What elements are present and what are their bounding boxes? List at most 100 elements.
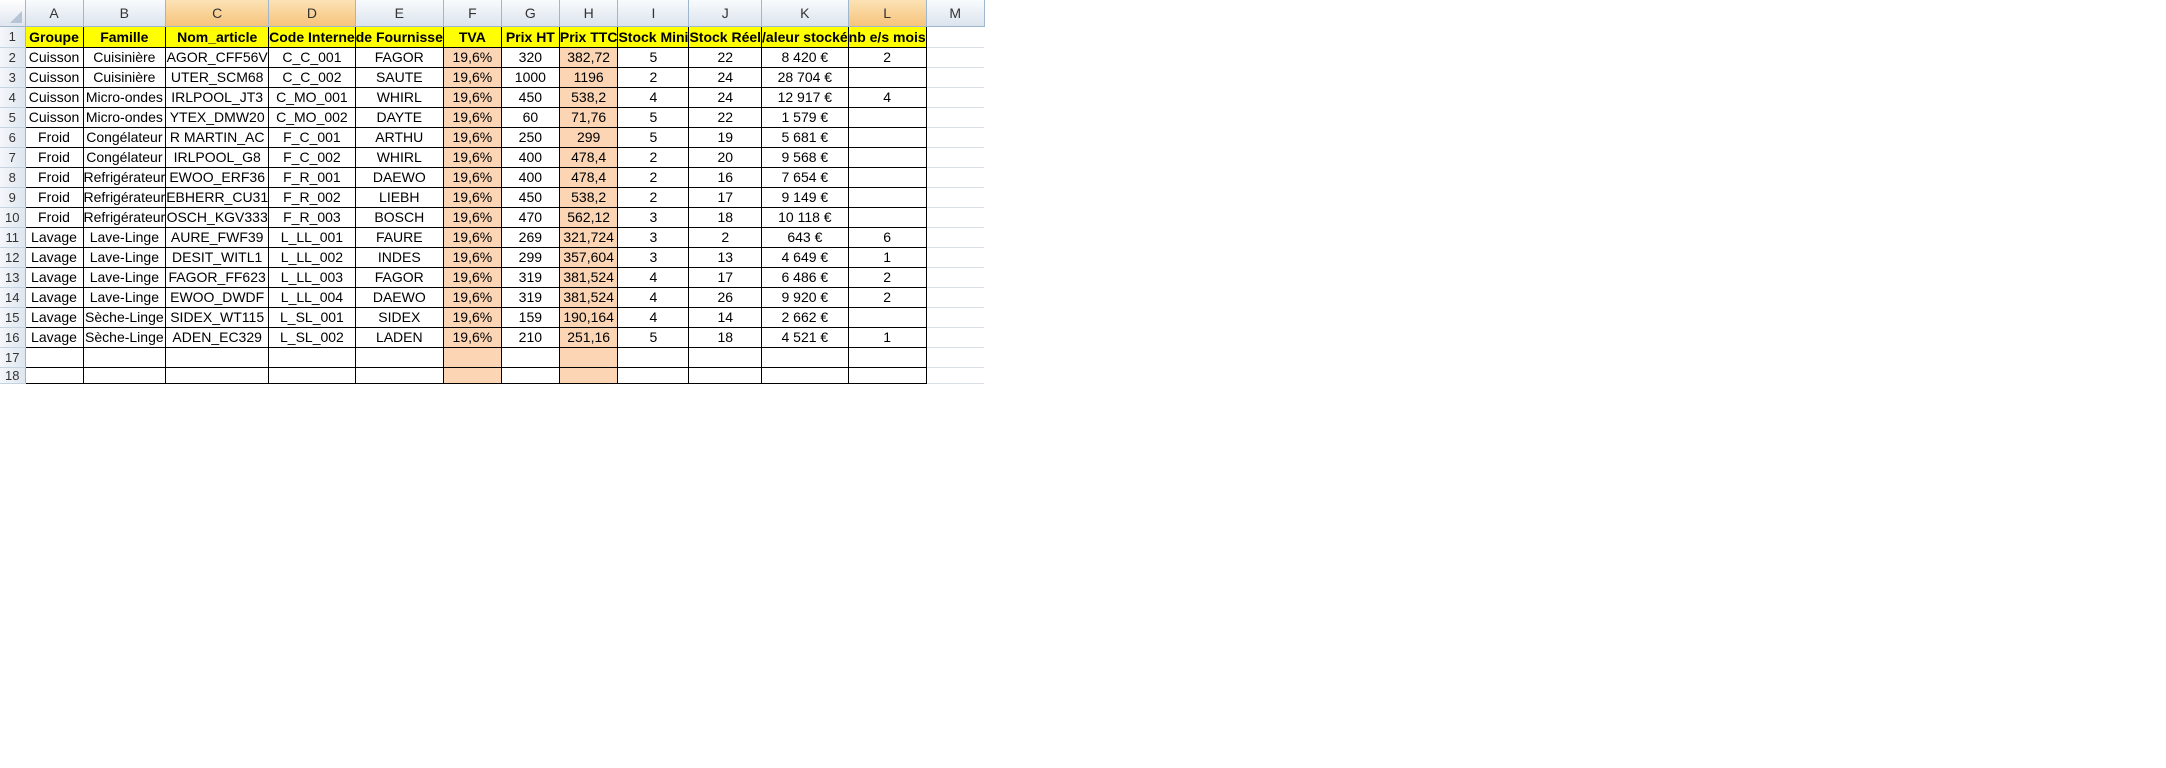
data-cell[interactable]: 14 [688, 306, 763, 328]
data-cell[interactable]: 17 [688, 266, 763, 288]
header-cell[interactable]: Famille [82, 25, 167, 48]
data-cell[interactable]: LADEN [354, 326, 444, 348]
data-cell[interactable]: Froid [24, 166, 84, 188]
column-header-i[interactable]: I [617, 0, 690, 27]
data-cell[interactable]: 2 [688, 226, 763, 248]
data-cell[interactable]: 159 [500, 306, 560, 328]
empty-cell[interactable] [500, 346, 560, 368]
header-cell[interactable]: Nom_article [165, 25, 270, 48]
header-cell[interactable]: Groupe [24, 25, 84, 48]
row-header[interactable]: 14 [0, 287, 26, 308]
data-cell[interactable]: OSCH_KGV333 [165, 206, 270, 228]
data-cell[interactable]: 12 917 € [761, 86, 849, 108]
data-cell[interactable]: 538,2 [558, 86, 619, 108]
data-cell[interactable]: F_R_001 [268, 166, 356, 188]
empty-cell[interactable] [926, 187, 985, 208]
data-cell[interactable]: FAGOR [354, 46, 444, 68]
data-cell[interactable]: Congélateur [82, 126, 167, 148]
data-cell[interactable]: Lavage [24, 266, 84, 288]
data-cell[interactable]: FAURE [354, 226, 444, 248]
header-cell[interactable]: Stock Mini [617, 25, 690, 48]
data-cell[interactable]: BOSCH [354, 206, 444, 228]
data-cell[interactable]: Lave-Linge [82, 226, 167, 248]
data-cell[interactable]: F_C_002 [268, 146, 356, 168]
column-header-a[interactable]: A [25, 0, 84, 27]
data-cell[interactable]: 9 149 € [761, 186, 849, 208]
data-cell[interactable]: C_C_002 [268, 66, 356, 88]
data-cell[interactable]: 60 [500, 106, 560, 128]
data-cell[interactable]: 19,6% [442, 186, 502, 208]
data-cell[interactable]: 381,524 [558, 286, 619, 308]
data-cell[interactable]: SAUTE [354, 66, 444, 88]
column-header-h[interactable]: H [559, 0, 619, 27]
data-cell[interactable]: 19,6% [442, 126, 502, 148]
empty-cell[interactable] [926, 167, 985, 188]
data-cell[interactable]: 250 [500, 126, 560, 148]
data-cell[interactable]: 1196 [558, 66, 619, 88]
data-cell[interactable]: Micro-ondes [82, 106, 167, 128]
header-cell[interactable]: Prix HT [500, 25, 560, 48]
empty-cell[interactable] [926, 127, 985, 148]
empty-cell[interactable] [926, 307, 985, 328]
column-header-k[interactable]: K [761, 0, 849, 27]
data-cell[interactable]: 4 521 € [761, 326, 849, 348]
data-cell[interactable]: 538,2 [558, 186, 619, 208]
data-cell[interactable]: 320 [500, 46, 560, 68]
empty-cell[interactable] [24, 366, 84, 384]
header-cell[interactable]: Code Interne [268, 25, 356, 48]
row-header[interactable]: 7 [0, 147, 26, 168]
data-cell[interactable]: LIEBH [354, 186, 444, 208]
empty-cell[interactable] [847, 346, 927, 368]
data-cell[interactable]: UTER_SCM68 [165, 66, 270, 88]
data-cell[interactable]: 19,6% [442, 166, 502, 188]
data-cell[interactable]: 643 € [761, 226, 849, 248]
data-cell[interactable]: EBHERR_CU31 [165, 186, 270, 208]
data-cell[interactable]: L_LL_002 [268, 246, 356, 268]
data-cell[interactable]: 19,6% [442, 306, 502, 328]
data-cell[interactable]: 382,72 [558, 46, 619, 68]
data-cell[interactable]: INDES [354, 246, 444, 268]
data-cell[interactable]: Lavage [24, 226, 84, 248]
empty-cell[interactable] [24, 346, 84, 368]
data-cell[interactable]: 19 [688, 126, 763, 148]
data-cell[interactable]: DAEWO [354, 286, 444, 308]
data-cell[interactable]: 210 [500, 326, 560, 348]
data-cell[interactable]: 19,6% [442, 206, 502, 228]
data-cell[interactable]: 478,4 [558, 166, 619, 188]
data-cell[interactable]: 4 [617, 266, 690, 288]
data-cell[interactable]: Froid [24, 186, 84, 208]
empty-cell[interactable] [926, 347, 985, 368]
data-cell[interactable]: 4 [617, 286, 690, 308]
empty-cell[interactable] [82, 366, 167, 384]
data-cell[interactable]: FAGOR [354, 266, 444, 288]
column-header-l[interactable]: L [848, 0, 927, 27]
data-cell[interactable]: Sèche-Linge [82, 306, 167, 328]
data-cell[interactable]: C_C_001 [268, 46, 356, 68]
data-cell[interactable]: 7 654 € [761, 166, 849, 188]
data-cell[interactable]: Lave-Linge [82, 266, 167, 288]
empty-cell[interactable] [688, 366, 763, 384]
data-cell[interactable]: 2 [847, 266, 927, 288]
data-cell[interactable]: Cuisson [24, 66, 84, 88]
data-cell[interactable]: 9 920 € [761, 286, 849, 308]
data-cell[interactable]: 400 [500, 166, 560, 188]
data-cell[interactable]: 16 [688, 166, 763, 188]
column-header-j[interactable]: J [688, 0, 763, 27]
data-cell[interactable]: 5 681 € [761, 126, 849, 148]
data-cell[interactable]: 17 [688, 186, 763, 208]
data-cell[interactable]: SIDEX [354, 306, 444, 328]
data-cell[interactable]: Cuisinière [82, 46, 167, 68]
data-cell[interactable]: 19,6% [442, 106, 502, 128]
row-header[interactable]: 10 [0, 207, 26, 228]
data-cell[interactable]: 562,12 [558, 206, 619, 228]
data-cell[interactable]: 321,724 [558, 226, 619, 248]
data-cell[interactable]: 4 649 € [761, 246, 849, 268]
data-cell[interactable]: IRLPOOL_JT3 [165, 86, 270, 108]
header-cell[interactable]: de Fournisse [354, 25, 444, 48]
empty-cell[interactable] [165, 366, 270, 384]
row-header[interactable]: 18 [0, 367, 26, 384]
data-cell[interactable]: 2 [847, 286, 927, 308]
row-header[interactable]: 13 [0, 267, 26, 288]
data-cell[interactable]: 8 420 € [761, 46, 849, 68]
row-header[interactable]: 11 [0, 227, 26, 248]
